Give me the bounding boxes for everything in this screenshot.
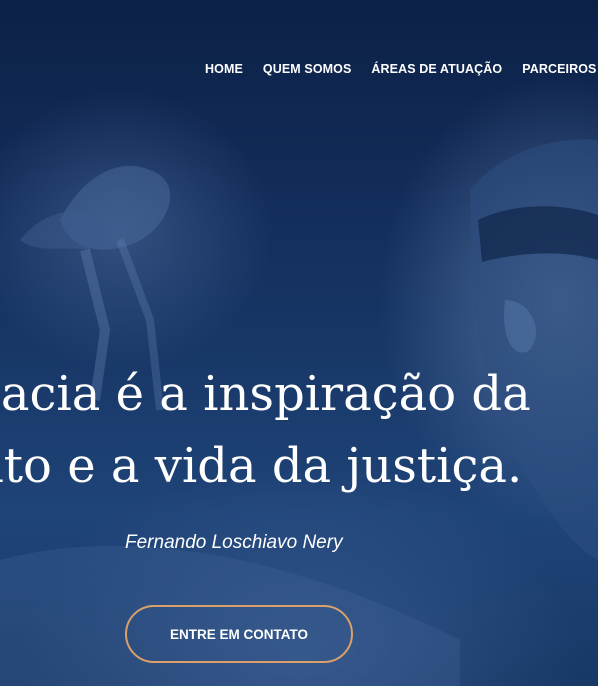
- hero-quote-line-1: vocacia é a inspiração da: [0, 366, 531, 422]
- nav-item-areas-de-atuacao[interactable]: ÁREAS DE ATUAÇÃO: [371, 62, 502, 76]
- justice-statue-background: [0, 139, 598, 686]
- nav-item-parceiros[interactable]: PARCEIROS: [522, 62, 596, 76]
- contact-button[interactable]: ENTRE EM CONTATO: [125, 605, 353, 663]
- hero-quote-line-2: eito e a vida da justiça.: [0, 438, 523, 494]
- nav-item-quem-somos[interactable]: QUEM SOMOS: [263, 62, 352, 76]
- main-navigation: HOME QUEM SOMOS ÁREAS DE ATUAÇÃO PARCEIR…: [205, 62, 598, 76]
- nav-item-home[interactable]: HOME: [205, 62, 243, 76]
- hero-section: HOME QUEM SOMOS ÁREAS DE ATUAÇÃO PARCEIR…: [0, 0, 598, 686]
- hero-quote: vocacia é a inspiração da eito e a vida …: [0, 358, 531, 502]
- quote-author: Fernando Loschiavo Nery: [125, 532, 343, 553]
